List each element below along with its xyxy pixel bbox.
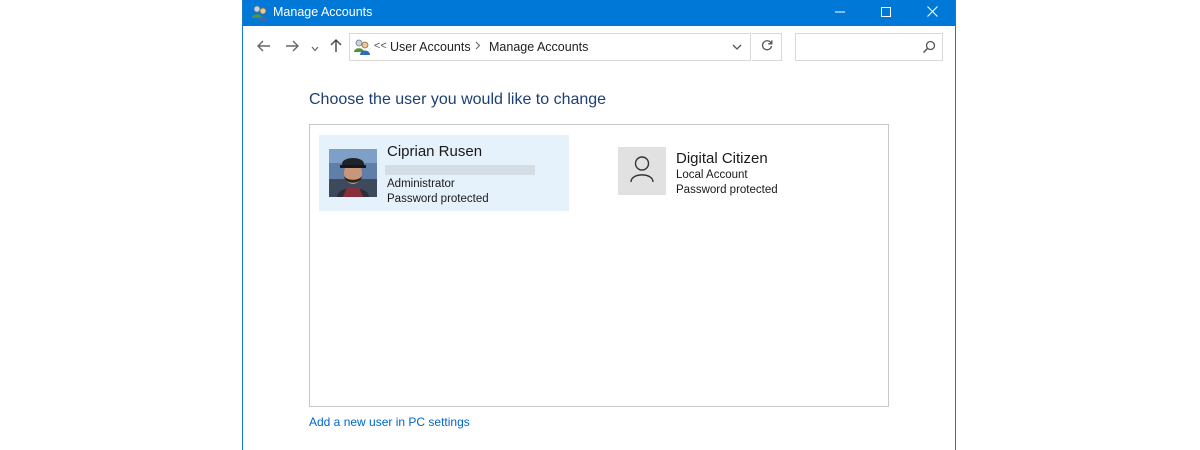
arrow-right-icon (285, 39, 299, 57)
maximize-button[interactable] (863, 0, 909, 26)
forward-button[interactable] (283, 39, 301, 57)
address-dropdown-button[interactable] (724, 34, 750, 60)
breadcrumb-overflow[interactable]: << (374, 40, 387, 52)
account-status: Password protected (387, 193, 489, 205)
address-bar[interactable]: << User Accounts Manage Accounts (349, 33, 751, 61)
back-button[interactable] (255, 39, 273, 57)
add-new-user-link[interactable]: Add a new user in PC settings (309, 415, 470, 429)
account-type: Local Account (676, 169, 748, 181)
minimize-button[interactable] (817, 0, 863, 26)
manage-accounts-window: Manage Accounts << User Accounts Manage … (242, 0, 956, 450)
account-tile-digital-citizen[interactable]: Digital Citizen Local Account Password p… (618, 147, 878, 199)
user-accounts-icon (251, 4, 269, 22)
breadcrumb-manage-accounts[interactable]: Manage Accounts (489, 40, 588, 54)
arrow-left-icon (257, 39, 271, 57)
navigation-bar: << User Accounts Manage Accounts (243, 26, 955, 70)
recent-locations-button[interactable] (309, 39, 321, 57)
up-button[interactable] (327, 38, 345, 58)
user-accounts-icon (353, 38, 371, 56)
window-title: Manage Accounts (273, 5, 373, 19)
account-tile-ciprian-rusen[interactable]: Ciprian Rusen Administrator Password pro… (319, 135, 569, 211)
account-name: Digital Citizen (676, 150, 768, 167)
minimize-icon (835, 4, 845, 22)
breadcrumb-user-accounts[interactable]: User Accounts (390, 40, 471, 54)
refresh-icon (761, 39, 773, 55)
avatar (618, 147, 666, 195)
chevron-down-icon (732, 38, 742, 56)
account-name: Ciprian Rusen (387, 143, 483, 160)
accounts-list: Ciprian Rusen Administrator Password pro… (309, 124, 889, 407)
account-email-redacted (385, 165, 535, 175)
breadcrumb-separator[interactable] (475, 41, 481, 53)
close-button[interactable] (909, 0, 955, 26)
search-box[interactable] (795, 33, 943, 61)
close-icon (926, 4, 938, 22)
search-icon[interactable] (922, 40, 936, 54)
avatar (329, 149, 377, 197)
maximize-icon (881, 4, 891, 22)
generic-user-icon (629, 155, 655, 188)
page-heading: Choose the user you would like to change (309, 91, 607, 108)
account-status: Password protected (676, 184, 778, 196)
refresh-button[interactable] (752, 33, 782, 61)
account-type: Administrator (387, 178, 455, 190)
chevron-down-icon (311, 39, 319, 57)
search-input[interactable] (796, 34, 928, 60)
arrow-up-icon (330, 38, 342, 58)
title-bar[interactable]: Manage Accounts (243, 0, 955, 26)
